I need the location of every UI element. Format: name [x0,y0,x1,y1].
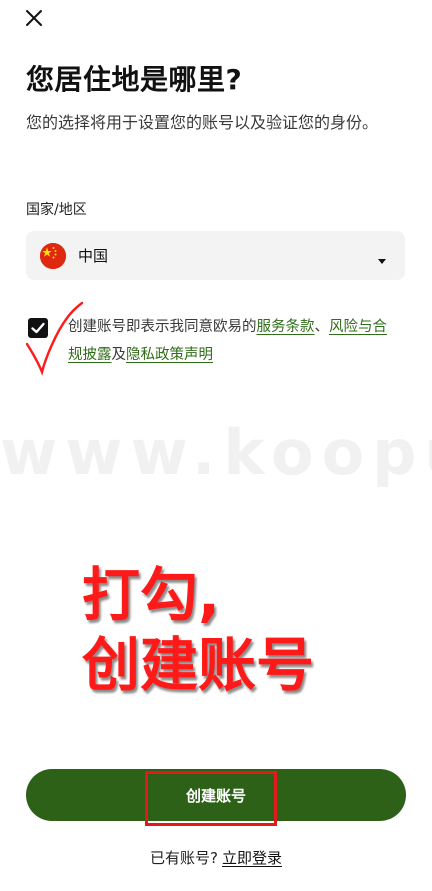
consent-text: 创建账号即表示我同意欧易的服务条款、风险与合规披露及隐私政策声明 [68,313,398,369]
create-account-button[interactable]: 创建账号 [26,769,406,821]
caret-down-icon [377,251,387,264]
annotation-line-2: 创建账号 [81,630,315,700]
consent-conjunction: 及 [111,347,127,363]
instruction-annotation: 打勾, 创建账号 [81,560,315,700]
china-flag-icon [40,242,66,269]
close-icon [22,6,46,30]
consent-checkbox[interactable] [28,318,48,338]
country-selected-value: 中国 [78,247,109,265]
country-label: 国家/地区 [26,202,87,218]
privacy-policy-link[interactable]: 隐私政策声明 [126,347,213,363]
consent-prefix: 创建账号即表示我同意欧易的 [68,319,257,335]
login-link[interactable]: 立即登录 [222,849,282,867]
annotation-line-1: 打勾, [81,560,221,630]
terms-of-service-link[interactable]: 服务条款 [257,319,315,335]
consent-separator: 、 [314,319,330,335]
page-title: 您居住地是哪里? [26,63,243,96]
watermark: www.koopuu.com [0,418,432,488]
login-row: 已有账号? 立即登录 [0,846,432,870]
checkmark-icon [28,318,48,338]
page-subtitle: 您的选择将用于设置您的账号以及验证您的身份。 [26,113,379,132]
create-account-label: 创建账号 [185,786,246,805]
login-prompt: 已有账号? [150,849,218,867]
country-select[interactable]: 中国 [26,231,405,280]
close-button[interactable] [22,6,46,30]
